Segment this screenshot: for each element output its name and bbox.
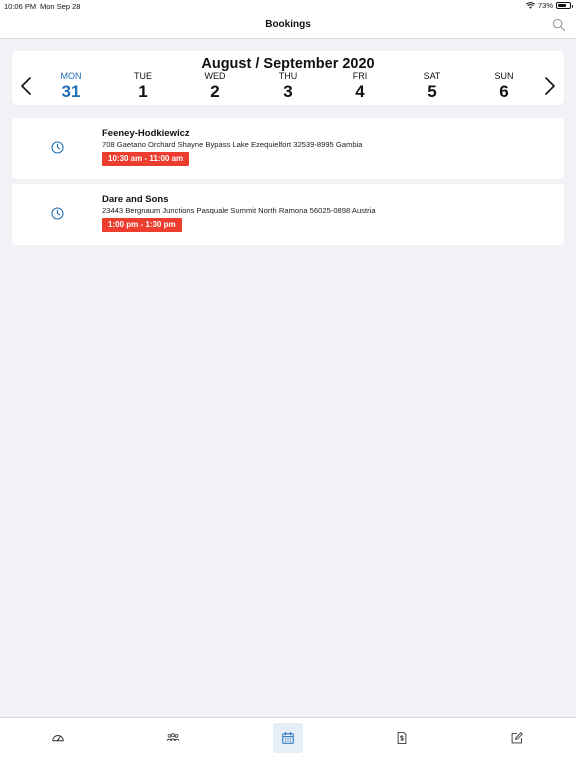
booking-card[interactable]: Dare and Sons 23443 Bergnaum Junctions P… (12, 184, 564, 245)
battery-percent: 73% (537, 1, 553, 10)
tab-bookings[interactable] (273, 723, 303, 753)
day-name: FRI (352, 71, 368, 81)
booking-name: Feeney-Hodkiewicz (102, 128, 190, 139)
booking-card[interactable]: Feeney-Hodkiewicz 708 Gaetano Orchard Sh… (12, 118, 564, 179)
day-number: 5 (427, 82, 437, 101)
tab-invoices[interactable] (387, 723, 417, 753)
day-name: SUN (494, 71, 514, 81)
status-date: Mon Sep 28 (40, 2, 81, 11)
tab-customers[interactable] (158, 723, 188, 753)
day-sun[interactable]: SUN 6 (479, 71, 529, 102)
week-calendar: August / September 2020 MON 31 TUE 1 WED… (12, 51, 564, 105)
wifi-icon (526, 2, 535, 9)
day-name: SAT (423, 71, 441, 81)
clock-icon (51, 141, 64, 154)
day-thu[interactable]: THU 3 (263, 71, 313, 102)
day-name: THU (278, 71, 298, 81)
day-tue[interactable]: TUE 1 (118, 71, 168, 102)
people-group-icon (166, 733, 180, 741)
day-wed[interactable]: WED 2 (190, 71, 240, 102)
nav-bar: Bookings (0, 12, 576, 39)
day-number: 2 (210, 82, 220, 101)
day-mon[interactable]: MON 31 (46, 71, 96, 102)
day-number: 1 (138, 82, 148, 101)
status-bar: 10:06 PM Mon Sep 28 73% (0, 0, 576, 12)
day-number: 4 (355, 82, 365, 101)
day-number: 31 (61, 82, 81, 101)
booking-address: 23443 Bergnaum Junctions Pasquale Summit… (102, 206, 376, 215)
booking-name: Dare and Sons (102, 194, 169, 205)
day-name: TUE (134, 71, 152, 81)
day-name: WED (204, 71, 226, 81)
time-badge: 10:30 am - 11:00 am (102, 152, 190, 166)
day-name: MON (60, 71, 82, 81)
time-badge: 1:00 pm - 1:30 pm (102, 218, 182, 232)
tab-notes[interactable] (502, 723, 532, 753)
battery-icon (556, 2, 573, 9)
status-time: 10:06 PM (4, 2, 37, 11)
status-right: 73% (526, 1, 573, 10)
clock-icon (51, 207, 64, 220)
tab-dashboard[interactable] (43, 723, 73, 753)
chevron-left-icon[interactable] (20, 77, 32, 95)
invoice-dollar-icon (397, 731, 407, 745)
day-number: 3 (283, 82, 293, 101)
tab-bar (0, 717, 576, 768)
day-sat[interactable]: SAT 5 (407, 71, 457, 102)
chevron-right-icon[interactable] (544, 77, 556, 95)
dashboard-gauge-icon (52, 735, 64, 742)
day-number: 6 (499, 82, 509, 101)
day-fri[interactable]: FRI 4 (335, 71, 385, 102)
calendar-title: August / September 2020 (201, 56, 375, 72)
page-title: Bookings (265, 19, 311, 30)
search-icon[interactable] (552, 18, 566, 32)
calendar-icon (282, 731, 294, 744)
edit-note-icon (511, 732, 523, 744)
booking-address: 708 Gaetano Orchard Shayne Bypass Lake E… (102, 140, 363, 149)
